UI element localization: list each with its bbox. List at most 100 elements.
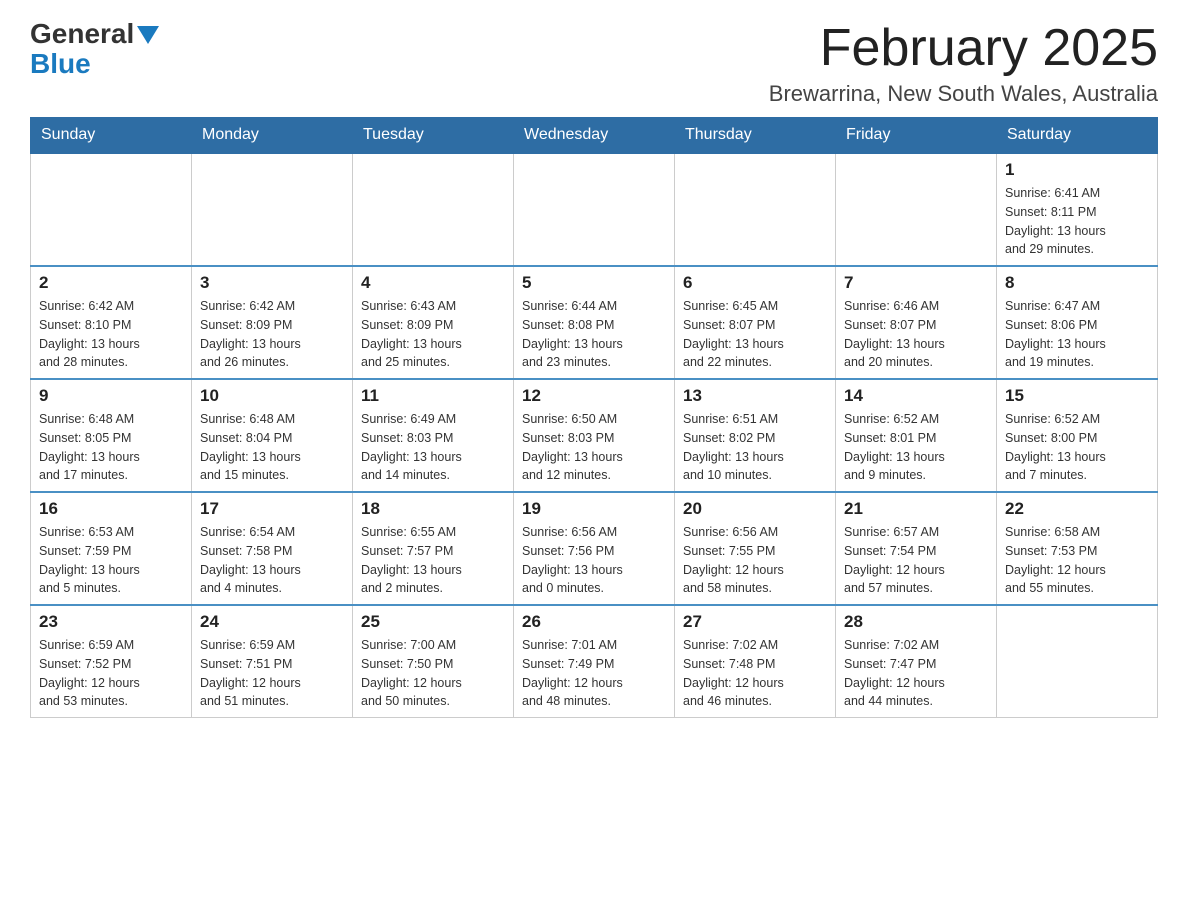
day-info: Sunrise: 6:44 AM Sunset: 8:08 PM Dayligh… [522, 297, 666, 372]
calendar-cell [353, 153, 514, 266]
calendar-cell: 3 Sunrise: 6:42 AM Sunset: 8:09 PM Daylig… [192, 266, 353, 379]
calendar-week-row: 23 Sunrise: 6:59 AM Sunset: 7:52 PM Dayli… [31, 605, 1158, 718]
day-info: Sunrise: 6:56 AM Sunset: 7:56 PM Dayligh… [522, 523, 666, 598]
day-number: 25 [361, 612, 505, 632]
calendar-cell [31, 153, 192, 266]
day-number: 10 [200, 386, 344, 406]
calendar-cell: 18 Sunrise: 6:55 AM Sunset: 7:57 PM Dayli… [353, 492, 514, 605]
calendar-cell: 21 Sunrise: 6:57 AM Sunset: 7:54 PM Dayli… [836, 492, 997, 605]
calendar-cell: 19 Sunrise: 6:56 AM Sunset: 7:56 PM Dayli… [514, 492, 675, 605]
logo-text-general: General [30, 20, 134, 48]
calendar-cell: 9 Sunrise: 6:48 AM Sunset: 8:05 PM Daylig… [31, 379, 192, 492]
day-info: Sunrise: 6:42 AM Sunset: 8:09 PM Dayligh… [200, 297, 344, 372]
col-thursday: Thursday [675, 118, 836, 154]
title-section: February 2025 Brewarrina, New South Wale… [769, 20, 1158, 107]
day-number: 17 [200, 499, 344, 519]
calendar-week-row: 1 Sunrise: 6:41 AM Sunset: 8:11 PM Daylig… [31, 153, 1158, 266]
day-info: Sunrise: 6:58 AM Sunset: 7:53 PM Dayligh… [1005, 523, 1149, 598]
day-info: Sunrise: 6:55 AM Sunset: 7:57 PM Dayligh… [361, 523, 505, 598]
calendar-cell: 7 Sunrise: 6:46 AM Sunset: 8:07 PM Daylig… [836, 266, 997, 379]
logo: General Blue [30, 20, 159, 78]
calendar-cell [514, 153, 675, 266]
day-number: 1 [1005, 160, 1149, 180]
day-info: Sunrise: 6:51 AM Sunset: 8:02 PM Dayligh… [683, 410, 827, 485]
calendar-cell: 11 Sunrise: 6:49 AM Sunset: 8:03 PM Dayli… [353, 379, 514, 492]
day-info: Sunrise: 6:54 AM Sunset: 7:58 PM Dayligh… [200, 523, 344, 598]
day-info: Sunrise: 7:02 AM Sunset: 7:48 PM Dayligh… [683, 636, 827, 711]
col-monday: Monday [192, 118, 353, 154]
day-number: 13 [683, 386, 827, 406]
day-number: 11 [361, 386, 505, 406]
day-info: Sunrise: 6:59 AM Sunset: 7:52 PM Dayligh… [39, 636, 183, 711]
day-number: 18 [361, 499, 505, 519]
calendar-table: Sunday Monday Tuesday Wednesday Thursday… [30, 117, 1158, 718]
calendar-header-row: Sunday Monday Tuesday Wednesday Thursday… [31, 118, 1158, 154]
calendar-cell: 16 Sunrise: 6:53 AM Sunset: 7:59 PM Dayli… [31, 492, 192, 605]
calendar-cell: 26Sunrise: 7:01 AM Sunset: 7:49 PM Dayli… [514, 605, 675, 718]
day-info: Sunrise: 6:41 AM Sunset: 8:11 PM Dayligh… [1005, 184, 1149, 259]
day-number: 7 [844, 273, 988, 293]
day-number: 19 [522, 499, 666, 519]
col-sunday: Sunday [31, 118, 192, 154]
day-number: 21 [844, 499, 988, 519]
month-title: February 2025 [769, 20, 1158, 77]
calendar-cell: 13 Sunrise: 6:51 AM Sunset: 8:02 PM Dayli… [675, 379, 836, 492]
day-info: Sunrise: 6:42 AM Sunset: 8:10 PM Dayligh… [39, 297, 183, 372]
calendar-cell: 27 Sunrise: 7:02 AM Sunset: 7:48 PM Dayli… [675, 605, 836, 718]
col-saturday: Saturday [997, 118, 1158, 154]
calendar-cell: 12 Sunrise: 6:50 AM Sunset: 8:03 PM Dayli… [514, 379, 675, 492]
calendar-cell: 8Sunrise: 6:47 AM Sunset: 8:06 PM Daylig… [997, 266, 1158, 379]
day-number: 28 [844, 612, 988, 632]
day-info: Sunrise: 6:49 AM Sunset: 8:03 PM Dayligh… [361, 410, 505, 485]
day-number: 14 [844, 386, 988, 406]
day-info: Sunrise: 6:45 AM Sunset: 8:07 PM Dayligh… [683, 297, 827, 372]
calendar-cell [675, 153, 836, 266]
day-number: 22 [1005, 499, 1149, 519]
calendar-week-row: 2Sunrise: 6:42 AM Sunset: 8:10 PM Daylig… [31, 266, 1158, 379]
calendar-cell: 4Sunrise: 6:43 AM Sunset: 8:09 PM Daylig… [353, 266, 514, 379]
day-info: Sunrise: 6:47 AM Sunset: 8:06 PM Dayligh… [1005, 297, 1149, 372]
calendar-cell [997, 605, 1158, 718]
day-info: Sunrise: 6:53 AM Sunset: 7:59 PM Dayligh… [39, 523, 183, 598]
day-info: Sunrise: 6:50 AM Sunset: 8:03 PM Dayligh… [522, 410, 666, 485]
day-info: Sunrise: 6:56 AM Sunset: 7:55 PM Dayligh… [683, 523, 827, 598]
day-info: Sunrise: 7:01 AM Sunset: 7:49 PM Dayligh… [522, 636, 666, 711]
day-number: 3 [200, 273, 344, 293]
logo-triangle-icon [137, 26, 159, 44]
calendar-cell: 22 Sunrise: 6:58 AM Sunset: 7:53 PM Dayli… [997, 492, 1158, 605]
calendar-cell: 17 Sunrise: 6:54 AM Sunset: 7:58 PM Dayli… [192, 492, 353, 605]
day-number: 6 [683, 273, 827, 293]
calendar-cell: 14 Sunrise: 6:52 AM Sunset: 8:01 PM Dayli… [836, 379, 997, 492]
col-friday: Friday [836, 118, 997, 154]
calendar-cell: 6 Sunrise: 6:45 AM Sunset: 8:07 PM Daylig… [675, 266, 836, 379]
day-info: Sunrise: 6:52 AM Sunset: 8:00 PM Dayligh… [1005, 410, 1149, 485]
day-number: 9 [39, 386, 183, 406]
day-number: 23 [39, 612, 183, 632]
day-number: 24 [200, 612, 344, 632]
day-info: Sunrise: 6:59 AM Sunset: 7:51 PM Dayligh… [200, 636, 344, 711]
calendar-cell: 5Sunrise: 6:44 AM Sunset: 8:08 PM Daylig… [514, 266, 675, 379]
day-info: Sunrise: 6:57 AM Sunset: 7:54 PM Dayligh… [844, 523, 988, 598]
logo-text-blue: Blue [30, 50, 91, 78]
col-wednesday: Wednesday [514, 118, 675, 154]
day-info: Sunrise: 6:48 AM Sunset: 8:05 PM Dayligh… [39, 410, 183, 485]
calendar-cell: 10Sunrise: 6:48 AM Sunset: 8:04 PM Dayli… [192, 379, 353, 492]
day-info: Sunrise: 6:43 AM Sunset: 8:09 PM Dayligh… [361, 297, 505, 372]
calendar-cell [192, 153, 353, 266]
calendar-cell: 28Sunrise: 7:02 AM Sunset: 7:47 PM Dayli… [836, 605, 997, 718]
day-info: Sunrise: 6:46 AM Sunset: 8:07 PM Dayligh… [844, 297, 988, 372]
day-number: 15 [1005, 386, 1149, 406]
day-number: 16 [39, 499, 183, 519]
calendar-cell: 23 Sunrise: 6:59 AM Sunset: 7:52 PM Dayli… [31, 605, 192, 718]
calendar-cell: 20Sunrise: 6:56 AM Sunset: 7:55 PM Dayli… [675, 492, 836, 605]
day-number: 27 [683, 612, 827, 632]
day-info: Sunrise: 6:52 AM Sunset: 8:01 PM Dayligh… [844, 410, 988, 485]
day-number: 12 [522, 386, 666, 406]
calendar-cell [836, 153, 997, 266]
location-title: Brewarrina, New South Wales, Australia [769, 81, 1158, 107]
calendar-cell: 1 Sunrise: 6:41 AM Sunset: 8:11 PM Daylig… [997, 153, 1158, 266]
calendar-week-row: 16 Sunrise: 6:53 AM Sunset: 7:59 PM Dayli… [31, 492, 1158, 605]
calendar-cell: 25 Sunrise: 7:00 AM Sunset: 7:50 PM Dayli… [353, 605, 514, 718]
page-header: General Blue February 2025 Brewarrina, N… [30, 20, 1158, 107]
day-info: Sunrise: 7:00 AM Sunset: 7:50 PM Dayligh… [361, 636, 505, 711]
